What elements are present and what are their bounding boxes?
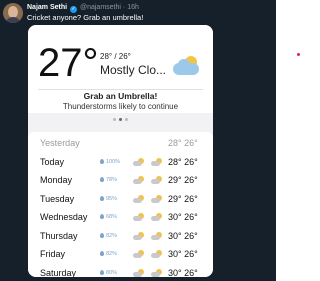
forecast-day: Friday xyxy=(40,249,66,259)
precipitation-chance: 82% xyxy=(100,229,117,243)
avatar[interactable] xyxy=(3,3,23,23)
forecast-row: Yesterday 28° 26° xyxy=(28,136,213,150)
page-dot xyxy=(125,118,128,121)
forecast-row: Thursday 82% 30° 26° xyxy=(28,229,213,243)
forecast-temperatures: 30° 26° xyxy=(168,249,198,259)
forecast-temperatures: 29° 26° xyxy=(168,175,198,185)
day-weather-icon xyxy=(133,231,144,241)
day-weather-icon xyxy=(133,268,144,278)
forecast-row: Tuesday 95% 29° 26° xyxy=(28,192,213,206)
precipitation-value: 82% xyxy=(106,251,118,257)
precipitation-value: 80% xyxy=(106,269,118,276)
precipitation-value: 78% xyxy=(106,177,118,183)
verified-badge-icon: ✓ xyxy=(70,6,78,13)
divider xyxy=(38,89,203,90)
forecast-day: Yesterday xyxy=(40,138,80,148)
page-margin xyxy=(276,0,303,281)
day-weather-icon xyxy=(133,194,144,204)
forecast-day: Saturday xyxy=(40,267,77,278)
forecast-row: Wednesday 68% 30° 26° xyxy=(28,210,213,224)
day-weather-icon xyxy=(133,176,144,185)
weather-condition: Mostly Clo... xyxy=(100,63,167,77)
precipitation-chance: 95% xyxy=(100,192,117,206)
forecast-temperatures: 28° 26° xyxy=(168,156,198,167)
day-weather-icon xyxy=(133,250,144,259)
current-temperature: 27° xyxy=(38,41,99,85)
precipitation-value: 100% xyxy=(106,158,121,165)
forecast-row: Saturday 80% 30° 26° xyxy=(28,266,213,278)
author-name[interactable]: Najam Sethi xyxy=(27,4,67,11)
night-weather-icon xyxy=(151,157,162,167)
tweet-text: Cricket anyone? Grab an umbrella! xyxy=(27,13,144,22)
page-dot xyxy=(113,118,116,121)
precipitation-chance: 78% xyxy=(100,173,117,187)
day-weather-icon xyxy=(133,213,144,222)
forecast-day: Monday xyxy=(40,175,73,185)
forecast-day: Wednesday xyxy=(40,212,88,222)
night-weather-icon xyxy=(151,176,162,185)
forecast-day: Tuesday xyxy=(40,193,75,204)
alert-body: Thunderstorms likely to continue xyxy=(62,102,179,111)
precipitation-value: 68% xyxy=(106,214,118,220)
tweet-header: Najam Sethi ✓ @najamsethi · 16h xyxy=(27,3,139,13)
alert-title: Grab an Umbrella! xyxy=(83,91,158,101)
forecast-day: Today xyxy=(40,156,65,167)
tweet-timestamp[interactable]: 16h xyxy=(127,4,139,11)
weather-screenshot[interactable]: 27° 28° / 26° Mostly Clo... Grab an Umbr… xyxy=(28,25,213,277)
page-dot-active xyxy=(119,118,122,121)
night-weather-icon xyxy=(151,250,162,259)
precipitation-chance: 82% xyxy=(100,247,117,261)
forecast-row: Today 100% 28° 26° xyxy=(28,155,213,169)
raindrop-icon xyxy=(100,251,104,256)
night-weather-icon xyxy=(151,194,162,204)
forecast-row: Friday 82% 30° 26° xyxy=(28,247,213,261)
forecast-day: Thursday xyxy=(40,230,78,241)
raindrop-icon xyxy=(100,195,104,201)
daily-forecast-list: Yesterday 28° 26° Today 100% 28° 26° Monday 78… xyxy=(28,132,213,277)
author-handle[interactable]: @najamsethi xyxy=(80,4,121,11)
precipitation-chance: 80% xyxy=(100,266,117,278)
partly-cloudy-icon xyxy=(171,56,201,76)
page-indicator xyxy=(28,118,213,121)
night-weather-icon xyxy=(151,213,162,222)
high-low-range: 28° / 26° xyxy=(100,52,131,61)
raindrop-icon xyxy=(100,158,104,164)
header-separator: · xyxy=(122,4,126,11)
raindrop-icon xyxy=(100,232,104,238)
tweet-card[interactable]: Najam Sethi ✓ @najamsethi · 16h Cricket … xyxy=(0,0,276,281)
raindrop-icon xyxy=(100,177,104,182)
forecast-temperatures: 30° 26° xyxy=(168,267,198,278)
current-weather-panel: 27° 28° / 26° Mostly Clo... Grab an Umbr… xyxy=(28,25,213,113)
night-weather-icon xyxy=(151,268,162,278)
forecast-temperatures: 28° 26° xyxy=(168,138,198,148)
notification-dot xyxy=(297,53,300,56)
day-weather-icon xyxy=(133,157,144,167)
night-weather-icon xyxy=(151,231,162,241)
precipitation-chance: 100% xyxy=(100,155,120,169)
forecast-row: Monday 78% 29° 26° xyxy=(28,173,213,187)
forecast-temperatures: 30° 26° xyxy=(168,230,198,241)
precipitation-chance: 68% xyxy=(100,210,117,224)
forecast-temperatures: 30° 26° xyxy=(168,212,198,222)
precipitation-value: 82% xyxy=(106,232,118,239)
precipitation-value: 95% xyxy=(106,195,118,202)
forecast-temperatures: 29° 26° xyxy=(168,193,198,204)
raindrop-icon xyxy=(100,214,104,219)
avatar-shirt xyxy=(5,17,21,23)
raindrop-icon xyxy=(100,269,104,275)
